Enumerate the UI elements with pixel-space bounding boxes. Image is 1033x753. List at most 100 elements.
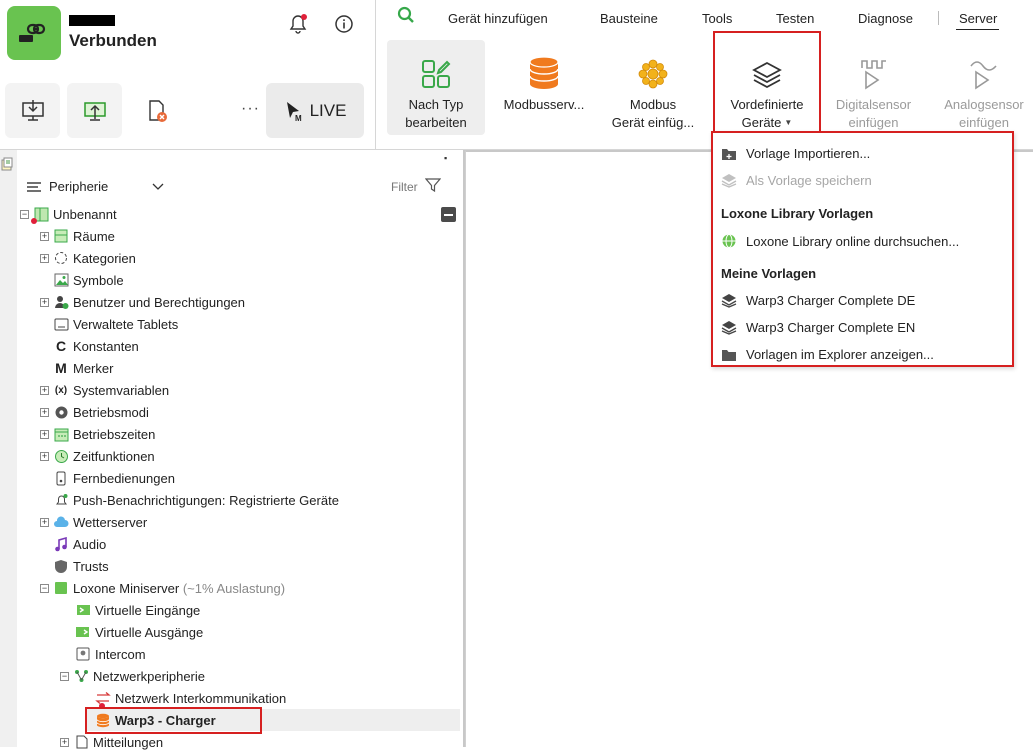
menu-separator (938, 11, 939, 25)
tree-item-fernbedienungen[interactable]: Fernbedienungen (53, 467, 175, 489)
tree-item-systemvariablen[interactable]: + (x) Systemvariablen (40, 379, 169, 401)
tree-item-push[interactable]: Push-Benachrichtigungen: Registrierte Ge… (53, 489, 339, 511)
menu-item-save-template[interactable]: Als Vorlage speichern (721, 173, 872, 188)
tree-item-virtuelle-ausgaenge[interactable]: Virtuelle Ausgänge (75, 621, 203, 643)
tree-item-intercom[interactable]: Intercom (75, 643, 146, 665)
tree-item-benutzer[interactable]: + Benutzer und Berechtigungen (40, 291, 245, 313)
tree-item-wetterserver[interactable]: + Wetterserver (40, 511, 147, 533)
tab-server[interactable]: Server (959, 11, 997, 26)
tree-item-virtuelle-eingaenge[interactable]: Virtuelle Eingänge (75, 599, 200, 621)
notification-bell-icon[interactable] (287, 12, 309, 36)
tree-item-miniserver[interactable]: − Loxone Miniserver (~1% Auslastung) (40, 577, 285, 599)
expand-toggle[interactable]: + (40, 451, 49, 461)
collapse-toggle[interactable]: − (60, 671, 69, 681)
virtual-input-icon (75, 602, 91, 618)
virtual-output-icon (75, 624, 91, 640)
categories-icon (53, 250, 69, 266)
pin-icon[interactable]: ▪ (444, 153, 447, 163)
search-icon[interactable] (397, 6, 415, 27)
expand-toggle[interactable]: + (40, 253, 49, 263)
modbus-device-button[interactable]: Modbus Gerät einfüg... (604, 40, 702, 135)
tree-item-tablets[interactable]: Verwaltete Tablets (53, 313, 178, 335)
tree-item-unbenannt[interactable]: − Unbenannt (20, 203, 117, 225)
predefined-devices-dropdown: Vorlage Importieren... Als Vorlage speic… (711, 131, 1014, 367)
liveview-cursor-icon: M (286, 101, 302, 122)
tree-item-zeitfunktionen[interactable]: + Zeitfunktionen (40, 445, 155, 467)
tree-item-konstanten[interactable]: C Konstanten (53, 335, 139, 357)
clock-icon (53, 448, 69, 464)
download-icon (21, 99, 44, 121)
tab-bausteine[interactable]: Bausteine (600, 11, 658, 26)
download-to-miniserver-button[interactable] (5, 83, 60, 138)
tree-item-raeume[interactable]: + Räume (40, 225, 115, 247)
tree-item-trusts[interactable]: Trusts (53, 555, 109, 577)
connection-icon[interactable] (7, 6, 61, 60)
expand-toggle[interactable]: + (40, 297, 49, 307)
music-note-icon (53, 536, 69, 552)
intercom-icon (75, 646, 91, 662)
remote-icon (53, 470, 69, 486)
expand-toggle[interactable]: + (60, 737, 69, 747)
menu-item-import-template[interactable]: Vorlage Importieren... (721, 146, 870, 161)
expand-toggle[interactable]: + (40, 385, 49, 395)
close-document-icon (148, 99, 167, 122)
modbus-device-label-1: Modbus (629, 97, 677, 112)
layers-icon (721, 294, 737, 308)
tree-item-netzwerkperipherie[interactable]: − Netzwerkperipherie (60, 665, 205, 687)
more-options-button[interactable]: ··· (241, 100, 260, 118)
modbus-server-button[interactable]: Modbusserv... (496, 40, 592, 135)
tablet-icon (53, 316, 69, 332)
expand-toggle[interactable]: + (40, 407, 49, 417)
tree-item-betriebszeiten[interactable]: + Betriebszeiten (40, 423, 155, 445)
expand-toggle[interactable]: + (40, 429, 49, 439)
expand-toggle[interactable]: + (40, 517, 49, 527)
tree-item-betriebsmodi[interactable]: + Betriebsmodi (40, 401, 149, 423)
network-icon (73, 668, 89, 684)
constants-icon: C (55, 338, 67, 354)
users-icon (53, 294, 69, 310)
analog-sensor-button[interactable]: Analogsensor einfügen (938, 40, 1030, 135)
menu-item-library-search[interactable]: Loxone Library online durchsuchen... (721, 233, 959, 249)
analog-sensor-icon (970, 61, 997, 90)
expand-toggle[interactable]: + (40, 231, 49, 241)
edit-by-type-button[interactable]: Nach Typ bearbeiten (387, 40, 485, 135)
filter-icon[interactable] (424, 177, 442, 196)
tree-item-audio[interactable]: Audio (53, 533, 106, 555)
menu-item-template-de[interactable]: Warp3 Charger Complete DE (721, 293, 915, 308)
periphery-dropdown[interactable]: Peripherie (27, 179, 164, 194)
tab-diagnose[interactable]: Diagnose (858, 11, 913, 26)
info-icon[interactable] (333, 13, 355, 35)
message-icon (73, 734, 89, 750)
tree-item-mitteilungen[interactable]: + Mitteilungen (60, 731, 163, 753)
tree-item-kategorien[interactable]: + Kategorien (40, 247, 136, 269)
periphery-dropdown-label: Peripherie (49, 179, 109, 194)
intercommunication-icon (95, 690, 111, 709)
shield-icon (53, 558, 69, 574)
collapse-toggle[interactable]: − (20, 209, 29, 219)
digital-sensor-button[interactable]: Digitalsensor einfügen (829, 40, 918, 135)
collapse-all-button[interactable] (441, 207, 456, 222)
liveview-button[interactable]: M LIVE (266, 83, 364, 138)
menu-item-template-en[interactable]: Warp3 Charger Complete EN (721, 320, 915, 335)
tab-testen[interactable]: Testen (776, 11, 814, 26)
close-file-button[interactable] (129, 83, 184, 138)
calendar-icon (53, 426, 69, 442)
symbols-icon (53, 272, 69, 288)
tree-item-merker[interactable]: M Merker (53, 357, 113, 379)
collapse-toggle[interactable]: − (40, 583, 49, 593)
upload-to-miniserver-button[interactable] (67, 83, 122, 138)
properties-icon[interactable] (1, 157, 13, 171)
tree-item-symbole[interactable]: Symbole (53, 269, 124, 291)
my-templates-section-header: Meine Vorlagen (721, 266, 817, 281)
filter-label: Filter (391, 180, 418, 194)
live-label: LIVE (309, 100, 347, 120)
tab-geraet-hinzufuegen[interactable]: Gerät hinzufügen (448, 11, 548, 26)
menu-item-open-explorer[interactable]: Vorlagen im Explorer anzeigen... (721, 347, 934, 362)
left-side-strip (0, 150, 17, 747)
tab-tools[interactable]: Tools (702, 11, 732, 26)
folder-import-icon (722, 148, 736, 160)
digital-sensor-icon (860, 60, 886, 90)
modbus-device-icon (638, 59, 668, 89)
edit-by-type-label-2: bearbeiten (405, 115, 467, 130)
tree-item-netzwerk-interkommunikation[interactable]: Netzwerk Interkommunikation (95, 687, 286, 709)
